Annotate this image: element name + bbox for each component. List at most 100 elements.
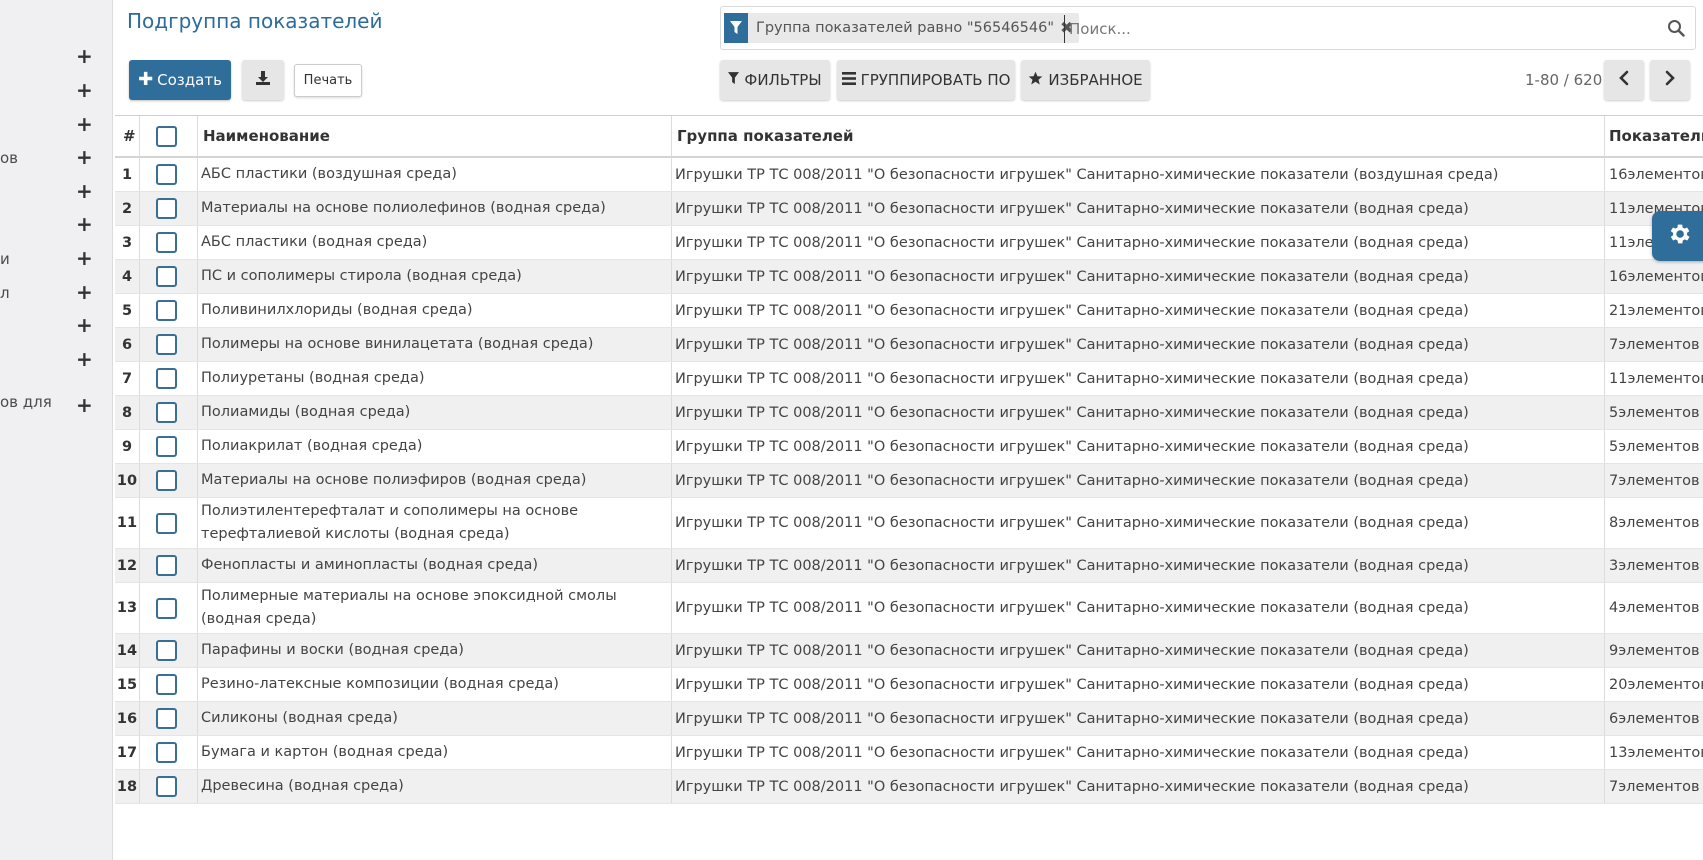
row-name[interactable]: Поливинилхлориды (водная среда)	[201, 294, 667, 327]
row-checkbox[interactable]	[155, 512, 177, 534]
row-name[interactable]: Полиуретаны (водная среда)	[201, 362, 667, 395]
table-row[interactable]: 10 Материалы на основе полиэфиров (водная…	[115, 464, 1703, 498]
row-group[interactable]: Игрушки ТР ТС 008/2011 "О безопасности и…	[675, 396, 1469, 429]
table-row[interactable]: 16 Силиконы (водная среда) Игрушки ТР ТС 0…	[115, 702, 1703, 736]
sidebar-item[interactable]: +	[0, 180, 112, 204]
sidebar-item[interactable]: +	[0, 314, 112, 338]
row-indicators-count[interactable]: 9элементов	[1609, 634, 1700, 667]
row-group[interactable]: Игрушки ТР ТС 008/2011 "О безопасности и…	[675, 430, 1469, 463]
expand-plus-icon[interactable]: +	[76, 146, 93, 168]
row-group[interactable]: Игрушки ТР ТС 008/2011 "О безопасности и…	[675, 260, 1469, 293]
group-by-button[interactable]: ГРУППИРОВАТЬ ПО	[837, 60, 1015, 100]
row-checkbox[interactable]	[155, 674, 177, 695]
expand-plus-icon[interactable]: +	[76, 113, 93, 135]
row-checkbox[interactable]	[155, 597, 177, 619]
sidebar-item[interactable]: и +	[0, 247, 112, 271]
row-checkbox[interactable]	[155, 776, 177, 797]
table-row[interactable]: 12 Фенопласты и аминопласты (водная среда…	[115, 549, 1703, 583]
sidebar-item[interactable]: +	[0, 213, 112, 237]
table-row[interactable]: 15 Резино-латексные композиции (водная ср…	[115, 668, 1703, 702]
row-checkbox[interactable]	[155, 436, 177, 457]
row-group[interactable]: Игрушки ТР ТС 008/2011 "О безопасности и…	[675, 294, 1469, 327]
row-group[interactable]: Игрушки ТР ТС 008/2011 "О безопасности и…	[675, 226, 1469, 259]
row-group[interactable]: Игрушки ТР ТС 008/2011 "О безопасности и…	[675, 668, 1469, 701]
row-indicators-count[interactable]: 11элементов	[1609, 362, 1703, 395]
row-checkbox[interactable]	[155, 742, 177, 763]
row-indicators-count[interactable]: 5элементов	[1609, 430, 1700, 463]
row-indicators-count[interactable]: 20элементов	[1609, 668, 1703, 701]
download-button[interactable]	[242, 60, 284, 100]
row-checkbox[interactable]	[155, 402, 177, 423]
row-name[interactable]: Полиакрилат (водная среда)	[201, 430, 667, 463]
table-row[interactable]: 3 АБС пластики (водная среда) Игрушки ТР Т…	[115, 226, 1703, 260]
favorites-button[interactable]: ИЗБРАННОЕ	[1021, 60, 1150, 100]
row-indicators-count[interactable]: 16элементов	[1609, 260, 1703, 293]
row-name[interactable]: Резино-латексные композиции (водная сред…	[201, 668, 667, 701]
row-name[interactable]: АБС пластики (воздушная среда)	[201, 158, 667, 191]
row-name[interactable]: Материалы на основе полиэфиров (водная с…	[201, 464, 667, 497]
expand-plus-icon[interactable]: +	[76, 348, 93, 370]
pager-previous-button[interactable]	[1604, 60, 1644, 100]
row-group[interactable]: Игрушки ТР ТС 008/2011 "О безопасности и…	[675, 464, 1469, 497]
table-row[interactable]: 5 Поливинилхлориды (водная среда) Игрушки …	[115, 294, 1703, 328]
row-name[interactable]: Бумага и картон (водная среда)	[201, 736, 667, 769]
row-group[interactable]: Игрушки ТР ТС 008/2011 "О безопасности и…	[675, 158, 1498, 191]
table-row[interactable]: 1 АБС пластики (воздушная среда) Игрушки Т…	[115, 158, 1703, 192]
sidebar-item[interactable]: +	[0, 113, 112, 137]
expand-plus-icon[interactable]: +	[76, 180, 93, 202]
column-header-indicators[interactable]: Показатели	[1609, 116, 1703, 156]
row-group[interactable]: Игрушки ТР ТС 008/2011 "О безопасности и…	[675, 549, 1469, 582]
row-indicators-count[interactable]: 5элементов	[1609, 396, 1700, 429]
row-checkbox[interactable]	[155, 300, 177, 321]
row-group[interactable]: Игрушки ТР ТС 008/2011 "О безопасности и…	[675, 634, 1469, 667]
sidebar-item[interactable]: +	[0, 79, 112, 103]
row-indicators-count[interactable]: 3элементов	[1609, 549, 1700, 582]
row-group[interactable]: Игрушки ТР ТС 008/2011 "О безопасности и…	[675, 362, 1469, 395]
row-checkbox[interactable]	[155, 164, 177, 185]
row-group[interactable]: Игрушки ТР ТС 008/2011 "О безопасности и…	[675, 702, 1469, 735]
row-indicators-count[interactable]: 7элементов	[1609, 770, 1700, 803]
row-checkbox[interactable]	[155, 232, 177, 253]
row-checkbox[interactable]	[155, 198, 177, 219]
print-button[interactable]: Печать	[294, 64, 362, 97]
row-group[interactable]: Игрушки ТР ТС 008/2011 "О безопасности и…	[675, 192, 1469, 225]
row-name[interactable]: Полиамиды (водная среда)	[201, 396, 667, 429]
row-indicators-count[interactable]: 8элементов	[1609, 498, 1700, 548]
row-indicators-count[interactable]: 21элементов	[1609, 294, 1703, 327]
table-row[interactable]: 14 Парафины и воски (водная среда) Игрушки…	[115, 634, 1703, 668]
row-name[interactable]: Материалы на основе полиолефинов (водная…	[201, 192, 667, 225]
expand-plus-icon[interactable]: +	[76, 213, 93, 235]
row-indicators-count[interactable]: 7элементов	[1609, 328, 1700, 361]
table-row[interactable]: 11 Полиэтилентерефталат и сополимеры на о…	[115, 498, 1703, 549]
select-all-checkbox[interactable]	[155, 125, 177, 147]
pager-value[interactable]: 1-80 / 620	[1525, 71, 1602, 89]
row-name[interactable]: Парафины и воски (водная среда)	[201, 634, 667, 667]
row-group[interactable]: Игрушки ТР ТС 008/2011 "О безопасности и…	[675, 498, 1469, 548]
row-group[interactable]: Игрушки ТР ТС 008/2011 "О безопасности и…	[675, 770, 1469, 803]
table-row[interactable]: 7 Полиуретаны (водная среда) Игрушки ТР ТС…	[115, 362, 1703, 396]
expand-plus-icon[interactable]: +	[76, 314, 93, 336]
column-header-name[interactable]: Наименование	[203, 116, 330, 156]
row-name[interactable]: Фенопласты и аминопласты (водная среда)	[201, 549, 667, 582]
table-row[interactable]: 8 Полиамиды (водная среда) Игрушки ТР ТС 0…	[115, 396, 1703, 430]
row-group[interactable]: Игрушки ТР ТС 008/2011 "О безопасности и…	[675, 328, 1469, 361]
search-box[interactable]: Группа показателей равно "56546546" ✖	[720, 6, 1696, 50]
search-icon[interactable]	[1667, 19, 1685, 41]
table-row[interactable]: 2 Материалы на основе полиолефинов (водна…	[115, 192, 1703, 226]
sidebar-item[interactable]: л +	[0, 281, 112, 305]
sidebar-item[interactable]: ов +	[0, 146, 112, 170]
sidebar-item[interactable]: +	[0, 348, 112, 372]
settings-button[interactable]	[1652, 211, 1703, 261]
expand-plus-icon[interactable]: +	[76, 79, 93, 101]
expand-plus-icon[interactable]: +	[76, 45, 93, 67]
sidebar-item[interactable]: +	[0, 45, 112, 69]
row-indicators-count[interactable]: 6элементов	[1609, 702, 1700, 735]
row-indicators-count[interactable]: 16элементов	[1609, 158, 1703, 191]
pager-next-button[interactable]	[1650, 60, 1690, 100]
row-group[interactable]: Игрушки ТР ТС 008/2011 "О безопасности и…	[675, 583, 1469, 633]
row-group[interactable]: Игрушки ТР ТС 008/2011 "О безопасности и…	[675, 736, 1469, 769]
row-checkbox[interactable]	[155, 334, 177, 355]
table-row[interactable]: 4 ПС и сополимеры стирола (водная среда) И…	[115, 260, 1703, 294]
row-checkbox[interactable]	[155, 640, 177, 661]
row-checkbox[interactable]	[155, 470, 177, 491]
